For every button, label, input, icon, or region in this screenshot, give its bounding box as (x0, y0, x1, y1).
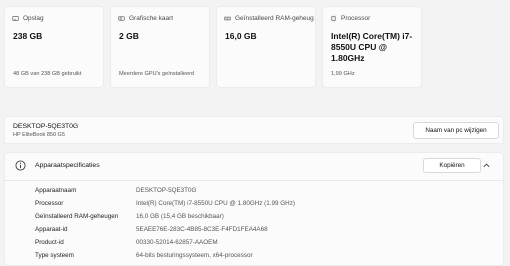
card-header: Opslag (12, 15, 44, 22)
spec-key: Apparaat-id (35, 226, 68, 233)
spec-key: Apparaatnaam (35, 187, 77, 194)
spec-value: 64-bits besturingssysteem, x64-processor (136, 252, 253, 259)
summary-cards: Opslag 238 GB 48 GB van 238 GB gebruikt … (4, 6, 508, 88)
card-ram[interactable]: Geïnstalleerd RAM-geheug 16,0 GB (216, 6, 316, 88)
card-storage[interactable]: Opslag 238 GB 48 GB van 238 GB gebruikt (4, 6, 104, 88)
card-subtext: 48 GB van 238 GB gebruikt (13, 71, 82, 77)
divider (5, 180, 503, 181)
card-subtext: 1,99 GHz (331, 71, 355, 77)
card-subtext: Meerdere GPU's geïnstalleerd (119, 71, 195, 77)
spec-key: Product-id (35, 239, 64, 246)
card-processor[interactable]: Processor Intel(R) Core(TM) i7-8550U CPU… (322, 6, 422, 88)
device-name: DESKTOP-5QE3T0G (13, 123, 79, 130)
spec-value: 5EAEE76E-283C-4B85-8C3E-F4FD1FEA4A68 (136, 226, 268, 233)
card-graphics[interactable]: Grafische kaart 2 GB Meerdere GPU's geïn… (110, 6, 210, 88)
device-model: HP EliteBook 850 G5 (13, 132, 65, 138)
card-label: Grafische kaart (129, 15, 174, 22)
card-header: Grafische kaart (118, 15, 173, 22)
spec-value: 00330-52014-62857-AAOEM (136, 239, 218, 246)
card-label: Processor (341, 15, 371, 22)
copy-button[interactable]: Kopiëren (423, 158, 481, 173)
storage-icon (12, 16, 19, 21)
graphics-card-icon (118, 16, 125, 21)
card-label: Opslag (23, 15, 44, 22)
card-label: Geïnstalleerd RAM-geheug (235, 15, 314, 22)
spec-key: Type systeem (35, 252, 74, 259)
card-value: 2 GB (119, 31, 139, 41)
device-specs-panel: Apparaatspecificaties Kopiëren Apparaatn… (4, 152, 504, 266)
spec-value: 16,0 GB (15,4 GB beschikbaar) (136, 213, 224, 220)
card-header: Processor (330, 15, 370, 22)
specs-header[interactable]: Apparaatspecificaties Kopiëren (5, 153, 503, 179)
rename-pc-button[interactable]: Naam van pc wijzigen (413, 122, 499, 139)
card-value: Intel(R) Core(TM) i7-8550U CPU @ 1.80GHz (331, 31, 413, 63)
info-icon (15, 160, 26, 171)
device-header: DESKTOP-5QE3T0G HP EliteBook 850 G5 Naam… (4, 116, 504, 144)
spec-value: Intel(R) Core(TM) i7-8550U CPU @ 1.80GHz… (136, 200, 295, 207)
spec-value: DESKTOP-5QE3T0G (136, 187, 197, 194)
ram-icon (224, 16, 231, 21)
card-header: Geïnstalleerd RAM-geheug (224, 15, 314, 22)
card-value: 16,0 GB (225, 31, 257, 41)
spec-key: Geïnstalleerd RAM-geheugen (35, 213, 119, 220)
spec-key: Processor (35, 200, 64, 207)
chevron-up-icon[interactable] (482, 161, 491, 170)
card-value: 238 GB (13, 31, 43, 41)
specs-title: Apparaatspecificaties (35, 162, 100, 169)
processor-icon (331, 15, 336, 22)
